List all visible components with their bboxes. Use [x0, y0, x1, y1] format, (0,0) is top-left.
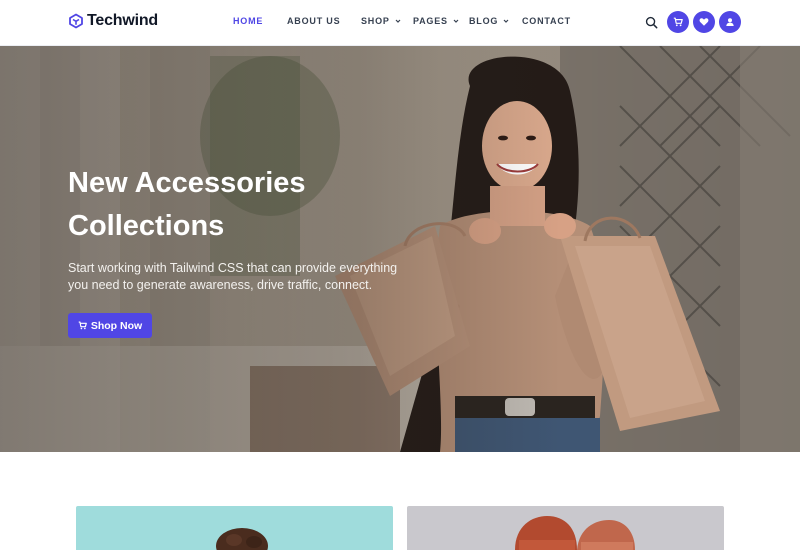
nav-item-pages[interactable]: PAGES: [413, 16, 459, 26]
search-button[interactable]: [642, 13, 660, 31]
hero-title-line: Collections: [68, 210, 225, 242]
nav-item-shop[interactable]: SHOP: [361, 16, 401, 26]
hero-banner: New Accessories Collections Start workin…: [0, 46, 800, 452]
nav-item-home[interactable]: HOME: [233, 16, 263, 26]
chevron-down-icon: [395, 19, 401, 23]
category-card-men[interactable]: [76, 506, 393, 550]
chevron-down-icon: [503, 19, 509, 23]
hero-title-line: New Accessories: [68, 167, 306, 199]
hero-title: New Accessories Collections: [68, 162, 368, 248]
nav-item-contact[interactable]: CONTACT: [522, 16, 571, 26]
hero-subtitle: Start working with Tailwind CSS that can…: [68, 261, 398, 292]
nav-item-label: BLOG: [469, 16, 499, 26]
wishlist-button[interactable]: [693, 11, 715, 33]
cart-icon: [673, 17, 683, 27]
heart-icon: [699, 18, 709, 26]
nav-item-label: CONTACT: [522, 16, 571, 26]
shop-now-button[interactable]: Shop Now: [68, 313, 152, 338]
shop-now-label: Shop Now: [90, 319, 143, 332]
nav-item-blog[interactable]: BLOG: [469, 16, 509, 26]
card-image: [216, 528, 268, 550]
cart-icon: [78, 321, 87, 330]
hero-overlay: [0, 46, 800, 452]
category-card-women[interactable]: [407, 506, 724, 550]
card-image: [515, 516, 635, 550]
cart-button[interactable]: [667, 11, 689, 33]
nav-item-label: ABOUT US: [287, 16, 341, 26]
nav-item-about-us[interactable]: ABOUT US: [287, 16, 340, 26]
user-icon: [726, 18, 734, 26]
header-actions: [642, 11, 741, 33]
top-navbar: Techwind HOME ABOUT US SHOP PAGES BLOG C…: [0, 0, 800, 46]
nav-item-label: HOME: [233, 16, 264, 26]
nav-item-label: SHOP: [361, 16, 390, 26]
search-icon: [645, 16, 657, 28]
account-button[interactable]: [719, 11, 741, 33]
nav-item-label: PAGES: [413, 16, 448, 26]
chevron-down-icon: [453, 19, 459, 23]
